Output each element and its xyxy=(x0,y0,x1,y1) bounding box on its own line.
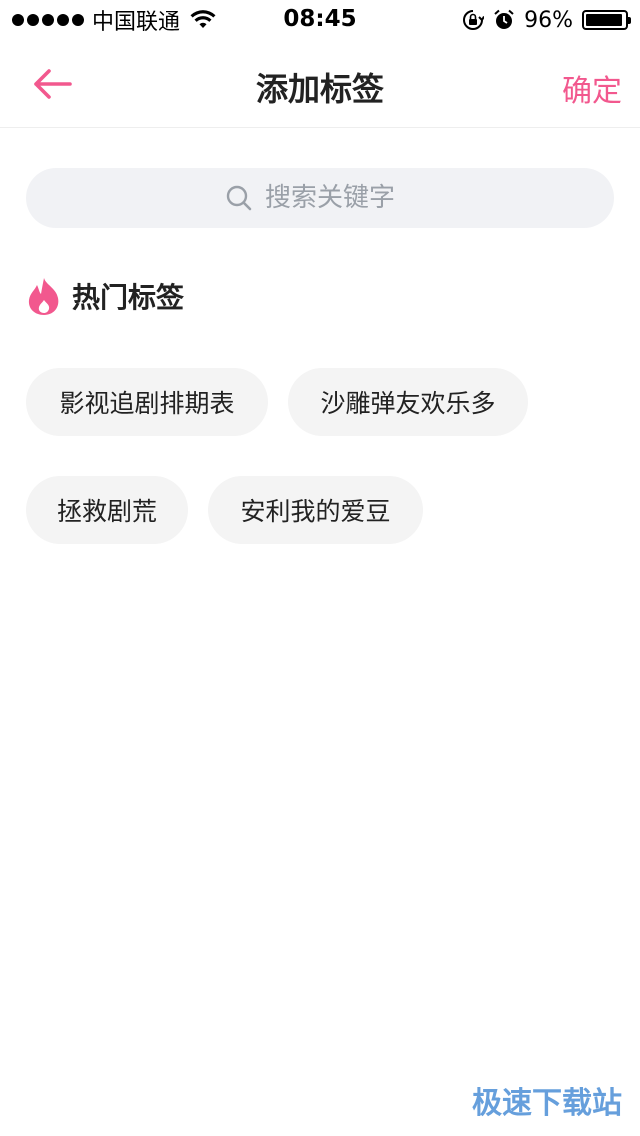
search-icon xyxy=(226,185,252,211)
tag-chip[interactable]: 拯救剧荒 xyxy=(26,476,188,544)
status-bar: 中国联通 08:45 96% xyxy=(0,0,640,40)
add-tag-screen: 中国联通 08:45 96% 添加标签 确定 搜索关键字 热门标签 影视追剧排期… xyxy=(0,0,640,1136)
battery-icon xyxy=(582,10,631,30)
status-right: 96% xyxy=(462,6,631,34)
search-box[interactable] xyxy=(26,168,614,228)
flame-icon xyxy=(28,278,59,315)
tag-chip[interactable]: 影视追剧排期表 xyxy=(26,368,268,436)
watermark: 极速下载站 xyxy=(472,1086,622,1121)
confirm-button[interactable]: 确定 xyxy=(562,66,622,110)
hot-tags-header: 热门标签 xyxy=(26,276,184,316)
tag-chip[interactable]: 沙雕弹友欢乐多 xyxy=(288,368,528,436)
section-title: 热门标签 xyxy=(72,281,185,314)
nav-bar: 添加标签 确定 xyxy=(0,40,640,128)
search-input[interactable] xyxy=(265,183,415,213)
page-title: 添加标签 xyxy=(255,70,384,108)
battery-percent: 96% xyxy=(524,7,573,33)
battery-fill xyxy=(586,14,623,26)
tag-chip[interactable]: 安利我的爱豆 xyxy=(208,476,423,544)
orientation-lock-icon xyxy=(463,10,485,30)
alarm-icon xyxy=(494,9,514,29)
